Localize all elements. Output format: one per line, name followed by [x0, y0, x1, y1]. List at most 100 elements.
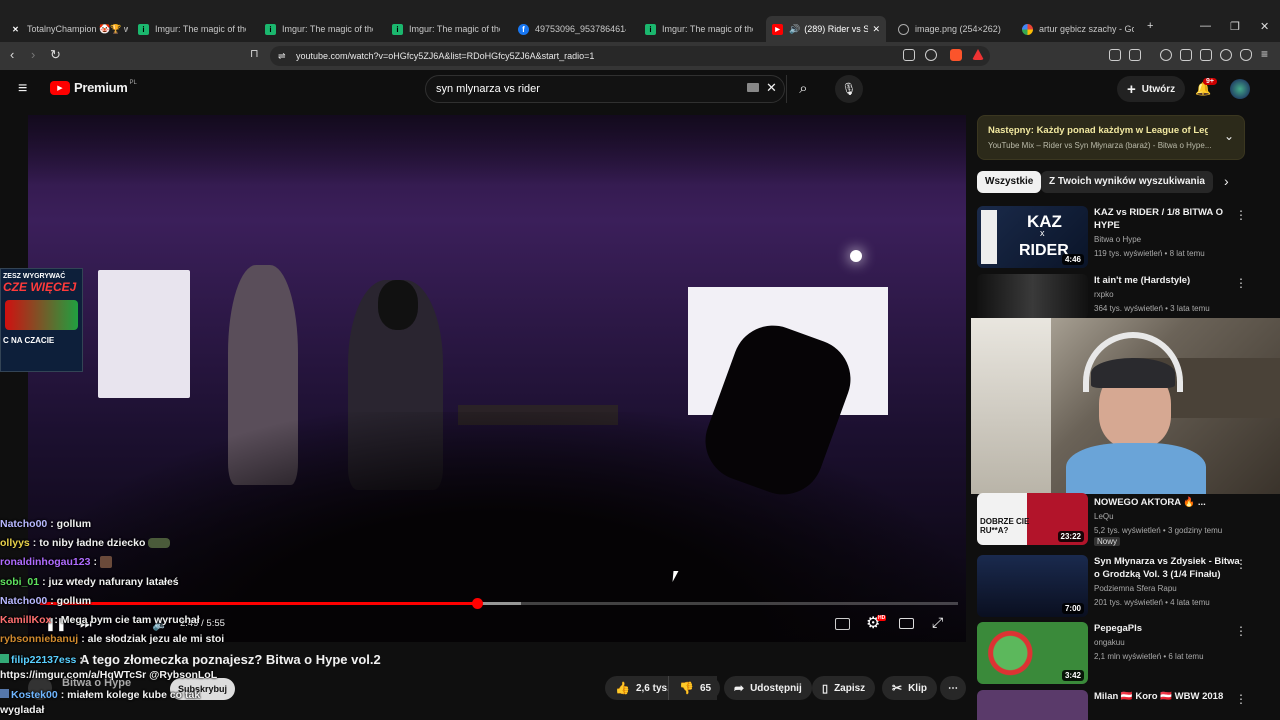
create-button[interactable]: + Utwórz [1117, 76, 1186, 102]
notification-badge: 9+ [1203, 78, 1217, 85]
rec-title: PepegaPls [1094, 623, 1143, 634]
autoplay-next-panel[interactable]: Następny: Każdy ponad każdym w League of… [977, 115, 1245, 160]
forward-icon[interactable]: › [31, 47, 35, 62]
tab-7[interactable]: image.png (254×262) [898, 18, 1013, 40]
music-icon[interactable] [1160, 49, 1172, 61]
progress-buffered [477, 602, 521, 605]
url-field[interactable]: ⇌ youtube.com/watch?v=oHGfcy5ZJ6A&list=RD… [270, 46, 990, 66]
share-page-icon[interactable] [925, 49, 937, 61]
clip-label: Klip [908, 682, 927, 694]
chat-username: ronaldinhogau123 [0, 556, 91, 568]
save-button[interactable]: ▯ Zapisz [812, 676, 876, 700]
share-button[interactable]: ➦ Udostępnij [724, 676, 812, 700]
recommendation-item[interactable]: 7:00 Syn Młynarza vs Zdysiek - Bitwa o G… [977, 555, 1267, 617]
tab-5[interactable]: i Imgur: The magic of the In [645, 18, 753, 40]
more-vert-icon[interactable]: ⋮ [1235, 557, 1247, 571]
next-title: Następny: Każdy ponad każdym w League of… [988, 125, 1208, 136]
bookmark-icon[interactable]: ⊓ [250, 47, 259, 60]
chat-username: rybsonniebanuj [0, 633, 79, 645]
facebook-icon: f [518, 23, 529, 35]
tab-1[interactable]: i Imgur: The magic of the In [138, 18, 246, 40]
tab-6-active[interactable]: ▶ 🔊(289) Rider vs Syn✕ [766, 16, 886, 42]
chat-message: KamillKox: Mega bym cie tam wyruchał [0, 614, 200, 626]
fullscreen-icon[interactable]: ⤢ [932, 614, 943, 631]
plus-icon: + [1127, 80, 1136, 98]
reload-icon[interactable]: ↻ [50, 47, 61, 63]
tab-8[interactable]: artur gębicz szachy - Goo [1022, 18, 1134, 40]
speaker-icon: 🔊 [789, 23, 801, 34]
chevron-right-icon[interactable]: › [1224, 173, 1229, 189]
downloads-icon[interactable] [1129, 49, 1141, 61]
subtitles-icon[interactable] [835, 618, 850, 630]
youtube-logo[interactable]: ▶ Premium PL [50, 80, 137, 95]
chevron-down-icon[interactable]: ⌄ [1224, 129, 1234, 143]
microphone-icon[interactable]: 🎙 [835, 75, 863, 103]
recommendation-item[interactable]: 3:42 PepegaPls ongakuu 2,1 mln wyświetle… [977, 622, 1267, 684]
rec-title: Milan 🇦🇹 Koro 🇦🇹 WBW 2018 [1094, 691, 1224, 702]
clip-button[interactable]: ✂ Klip [882, 676, 937, 700]
chat-text: : juz wtedy nafurany latałeś [42, 576, 179, 588]
hd-badge: HD [877, 615, 887, 621]
rec-meta: 5,2 tys. wyświetleń • 3 godziny temu [1094, 526, 1223, 535]
progress-bar[interactable] [40, 598, 958, 609]
keyboard-icon[interactable] [747, 83, 759, 92]
minimize-icon[interactable]: — [1200, 20, 1211, 32]
extensions-icon[interactable] [1109, 49, 1121, 61]
dislike-button[interactable]: 👎 65 [668, 676, 720, 700]
tab-3[interactable]: i Imgur: The magic of the In [392, 18, 500, 40]
imgur-icon: i [265, 23, 276, 35]
search-input[interactable]: syn mlynarza vs rider [425, 75, 785, 103]
recommendation-item[interactable]: KAZ x RIDER 4:46 KAZ vs RIDER / 1/8 BITW… [977, 206, 1267, 268]
site-info-icon[interactable]: ⇌ [278, 46, 286, 66]
youtube-play-icon: ▶ [50, 80, 70, 95]
like-count: 2,6 tys. [635, 682, 670, 694]
more-vert-icon[interactable]: ⋮ [1235, 692, 1247, 706]
chip-all[interactable]: Wszystkie [977, 171, 1042, 193]
rec-title: Syn Młynarza vs Zdysiek - Bitwa o Grodzk… [1094, 556, 1240, 580]
tab-4[interactable]: f 49753096_953786461494 [518, 18, 626, 40]
maximize-icon[interactable]: ❐ [1230, 20, 1240, 33]
leo-icon[interactable] [1220, 49, 1232, 61]
vpn-icon[interactable] [1240, 49, 1252, 61]
duration-badge: 3:42 [1061, 670, 1084, 681]
brave-shield-icon[interactable] [950, 49, 962, 61]
more-actions-button[interactable]: ⋯ [940, 676, 966, 700]
chip-from-search[interactable]: Z Twoich wyników wyszukiwania [1041, 171, 1213, 193]
imgur-icon: i [138, 23, 149, 35]
headphones [1083, 332, 1183, 392]
promo-line1: ZESZ WYGRYWAĆ [3, 273, 66, 280]
rewards-icon[interactable] [972, 49, 984, 60]
menu-icon[interactable]: ≡ [1261, 47, 1268, 61]
theater-mode-icon[interactable] [899, 618, 914, 629]
close-tab-icon[interactable]: ✕ [872, 24, 880, 35]
hamburger-icon[interactable]: ≡ [18, 80, 27, 98]
close-window-icon[interactable]: ✕ [1260, 20, 1269, 33]
mouse-cursor [672, 571, 679, 582]
wallet-icon[interactable] [1200, 49, 1212, 61]
clear-search-icon[interactable]: ✕ [766, 80, 777, 96]
badge-icon [0, 689, 9, 698]
more-vert-icon[interactable]: ⋮ [1235, 624, 1247, 638]
recommendation-item[interactable]: DOBRZE CIE RU**A? 23:22 NOWEGO AKTORA 🔥 … [977, 493, 1267, 546]
tab-0[interactable]: ✕ TotalnyChampion 🤡🏆 w [10, 18, 128, 40]
sidebar-icon[interactable] [1180, 49, 1192, 61]
chat-message: Kostek00: miałem kolege kube co tak wygl… [0, 688, 205, 718]
search-icon[interactable]: ⌕ [786, 75, 820, 103]
install-icon[interactable] [903, 49, 915, 61]
recommendation-item[interactable]: Milan 🇦🇹 Koro 🇦🇹 WBW 2018 ⋮ [977, 690, 1267, 720]
rec-channel: rxpko [1094, 290, 1114, 299]
more-vert-icon[interactable]: ⋮ [1235, 208, 1247, 222]
more-vert-icon[interactable]: ⋮ [1235, 276, 1247, 290]
scrubber-handle[interactable] [472, 598, 483, 609]
progress-played [40, 602, 477, 605]
recommendation-item[interactable]: It ain't me (Hardstyle) rxpko 364 tys. w… [977, 274, 1267, 319]
video-player[interactable] [28, 115, 966, 642]
chat-text: : gollum [50, 518, 92, 530]
rec-meta: 364 tys. wyświetleń • 3 lata temu [1094, 304, 1210, 313]
more-icon: ⋯ [948, 682, 958, 694]
x-icon: ✕ [12, 24, 19, 34]
back-icon[interactable]: ‹ [10, 47, 14, 62]
avatar[interactable] [1230, 79, 1250, 99]
new-tab-icon[interactable]: + [1147, 20, 1153, 32]
tab-2[interactable]: i Imgur: The magic of the In [265, 18, 373, 40]
